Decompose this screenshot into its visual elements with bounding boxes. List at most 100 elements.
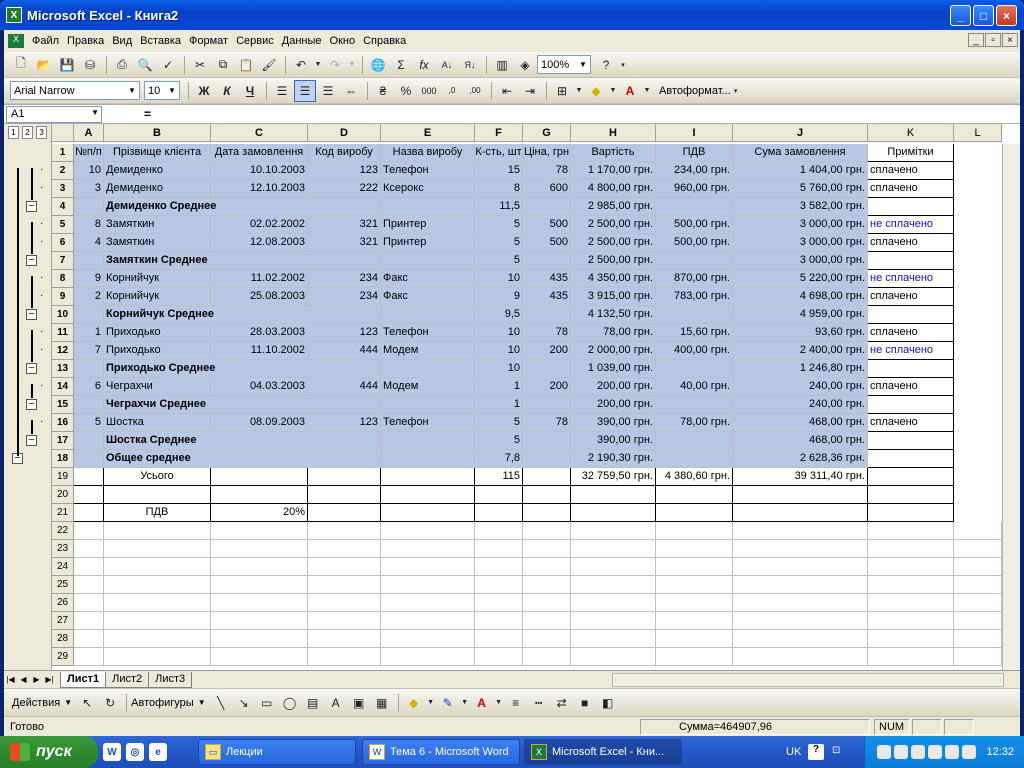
cell[interactable]: Примітки — [868, 144, 954, 162]
cell[interactable] — [733, 630, 868, 648]
percent-icon[interactable]: % — [395, 80, 417, 102]
column-header-l[interactable]: L — [954, 124, 1002, 142]
cell[interactable]: 234,00 грн. — [656, 162, 733, 180]
cell[interactable]: 390,00 грн. — [571, 432, 656, 450]
cell[interactable]: 2 400,00 грн. — [733, 342, 868, 360]
cell[interactable]: 4 — [74, 234, 104, 252]
close-button[interactable]: × — [996, 5, 1017, 26]
cell[interactable]: 3 000,00 грн. — [733, 234, 868, 252]
cell[interactable]: сплачено — [868, 288, 954, 306]
cell[interactable]: 321 — [308, 216, 381, 234]
function-icon[interactable]: fx — [413, 54, 435, 76]
cell[interactable] — [868, 558, 954, 576]
cell[interactable] — [475, 630, 523, 648]
font-color-icon[interactable]: A — [471, 692, 493, 714]
first-sheet-icon[interactable]: |◀ — [4, 673, 17, 687]
cell[interactable] — [733, 576, 868, 594]
dash-style-icon[interactable]: ┅ — [528, 692, 550, 714]
cell[interactable] — [211, 540, 308, 558]
cell[interactable] — [308, 540, 381, 558]
tray-volume-icon[interactable] — [962, 745, 977, 759]
cell[interactable] — [868, 612, 954, 630]
cell[interactable] — [74, 306, 104, 324]
cell[interactable]: Вартість — [571, 144, 656, 162]
cell[interactable]: 5 — [475, 414, 523, 432]
cell[interactable]: Чеграхчи Среднее — [104, 396, 381, 414]
arrow-style-icon[interactable]: ⇄ — [551, 692, 573, 714]
column-header-j[interactable]: J — [733, 124, 868, 142]
permission-icon[interactable]: ⛁ — [79, 54, 101, 76]
row-header[interactable]: 29 — [52, 648, 74, 666]
cell[interactable] — [523, 432, 571, 450]
taskbar-item-lectures[interactable]: ▭ Лекции — [198, 739, 356, 765]
next-sheet-icon[interactable]: ▶ — [30, 673, 43, 687]
column-header-g[interactable]: G — [523, 124, 571, 142]
cell[interactable] — [868, 396, 954, 414]
cell[interactable]: 222 — [308, 180, 381, 198]
cell[interactable]: 6 — [74, 378, 104, 396]
cell[interactable]: 2 000,00 грн. — [571, 342, 656, 360]
cell[interactable] — [211, 522, 308, 540]
cell[interactable] — [656, 432, 733, 450]
cell[interactable]: не сплачено — [868, 342, 954, 360]
row-header[interactable]: 9 — [52, 288, 74, 306]
cell[interactable] — [523, 468, 571, 486]
cell[interactable]: 5 — [475, 252, 523, 270]
row-header[interactable]: 10 — [52, 306, 74, 324]
fill-dropdown-icon[interactable]: ▼ — [608, 80, 618, 102]
outline-collapse-button[interactable]: – — [26, 309, 37, 320]
autosum-icon[interactable]: Σ — [390, 54, 412, 76]
save-icon[interactable]: 💾 — [56, 54, 78, 76]
cell[interactable] — [381, 576, 475, 594]
font-color-dropdown-icon[interactable]: ▼ — [642, 80, 652, 102]
cell[interactable] — [475, 594, 523, 612]
menu-view[interactable]: Вид — [108, 35, 136, 47]
cell[interactable]: 3 — [74, 180, 104, 198]
cell[interactable]: 04.03.2003 — [211, 378, 308, 396]
cell[interactable] — [571, 630, 656, 648]
cell[interactable]: 468,00 грн. — [733, 432, 868, 450]
cell[interactable]: ПДВ — [656, 144, 733, 162]
cell[interactable] — [868, 198, 954, 216]
cell[interactable]: 78 — [523, 324, 571, 342]
cell[interactable] — [523, 630, 571, 648]
shadow-icon[interactable]: ■ — [574, 692, 596, 714]
cell[interactable]: Принтер — [381, 234, 475, 252]
cell[interactable]: 4 380,60 грн. — [656, 468, 733, 486]
cell[interactable]: 10.10.2003 — [211, 162, 308, 180]
row-header[interactable]: 26 — [52, 594, 74, 612]
cell[interactable] — [381, 504, 475, 522]
cell[interactable] — [571, 522, 656, 540]
cell[interactable]: №п/п — [74, 144, 104, 162]
minimize-button[interactable]: _ — [950, 5, 971, 26]
cell[interactable] — [656, 198, 733, 216]
cell[interactable] — [475, 522, 523, 540]
cell[interactable]: Замяткин — [104, 234, 211, 252]
cell[interactable]: 444 — [308, 342, 381, 360]
language-indicator[interactable]: UK — [786, 746, 801, 758]
cell[interactable]: 1 — [74, 324, 104, 342]
outline-level-2-button[interactable]: 2 — [22, 126, 33, 139]
cell[interactable] — [656, 252, 733, 270]
spelling-icon[interactable]: ✓ — [157, 54, 179, 76]
cell[interactable] — [733, 504, 868, 522]
cell[interactable]: 200 — [523, 378, 571, 396]
cell[interactable]: Корнийчук — [104, 288, 211, 306]
cell[interactable] — [74, 432, 104, 450]
cell[interactable] — [571, 540, 656, 558]
cell[interactable] — [954, 594, 1002, 612]
cell[interactable]: 1 170,00 грн. — [571, 162, 656, 180]
cell[interactable] — [211, 630, 308, 648]
cell[interactable] — [868, 468, 954, 486]
cell[interactable]: 3 915,00 грн. — [571, 288, 656, 306]
cell[interactable] — [475, 612, 523, 630]
cell[interactable] — [475, 486, 523, 504]
cell[interactable]: 11,5 — [475, 198, 523, 216]
cell[interactable]: 15,60 грн. — [656, 324, 733, 342]
cell[interactable] — [104, 630, 211, 648]
cell[interactable]: 240,00 грн. — [733, 396, 868, 414]
cell[interactable]: 10 — [475, 342, 523, 360]
cell[interactable] — [475, 540, 523, 558]
outline-collapse-button[interactable]: – — [26, 399, 37, 410]
format-painter-icon[interactable]: 🖌 — [258, 54, 280, 76]
